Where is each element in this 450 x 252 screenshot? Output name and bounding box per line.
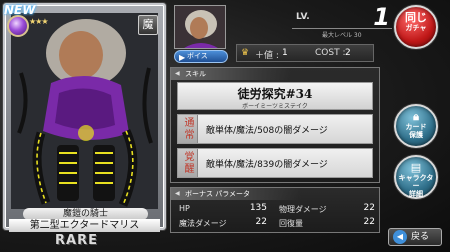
portrait-image (175, 6, 225, 48)
bonus-header: ◀ ボーナス パラメータ (171, 188, 301, 200)
character-illustration (11, 13, 158, 209)
awaken-tag: 覚醒 (178, 149, 198, 177)
document-icon: ▤ (410, 161, 422, 174)
skill-awaken-row: 覚醒 敵単体/魔法/839の闇ダメージ (177, 148, 373, 178)
card-frame[interactable]: NEW ★★★ 魔 魔鎧の騎士 第二型エクタードマリス (3, 3, 166, 232)
character-portrait (174, 5, 226, 49)
normal-tag: 通常 (178, 115, 198, 143)
card-artwork (11, 13, 158, 209)
cost-label: COST : (315, 48, 346, 58)
level-value: 1 (373, 3, 390, 31)
triangle-icon: ◀ (175, 190, 180, 197)
awaken-skill-text: 敵単体/魔法/839の闇ダメージ (206, 160, 328, 170)
back-button-label: 戻る (411, 232, 430, 242)
lock-icon: 🔒︎ (413, 110, 419, 123)
skill-name-box: 徒労探究#34 ボーイミーツミステイク (177, 82, 373, 110)
play-icon: ▶ (179, 53, 186, 62)
skill-ruby: ボーイミーツミステイク (242, 103, 308, 110)
detail-line2: 詳細 (409, 190, 423, 198)
normal-skill-text: 敵単体/魔法/508の闇ダメージ (206, 126, 328, 136)
plus-value: 1 (282, 48, 288, 58)
skill-normal-row: 通常 敵単体/魔法/508の闇ダメージ (177, 114, 373, 144)
back-button[interactable]: ◀ 戻る (388, 228, 442, 246)
rarity-stars: ★★★ (29, 17, 48, 26)
cost-value: 2 (345, 48, 351, 58)
magic-dmg-label: 魔法ダメージ (179, 219, 227, 228)
back-arrow-icon: ◀ (393, 230, 407, 244)
phys-dmg-label: 物理ダメージ (279, 205, 327, 214)
card-protect-button[interactable]: 🔒︎ カード 保護 (394, 104, 438, 148)
skill-name: 徒労探究#34 (237, 87, 313, 101)
skill-panel: ◀ スキル 徒労探究#34 ボーイミーツミステイク 通常 敵単体/魔法/508の… (170, 67, 380, 183)
magic-dmg-value: 22 (255, 217, 267, 227)
stat-row: ♛ ＋値 : 1 COST : 2 (236, 44, 374, 62)
voice-button-label: ボイス (187, 52, 208, 60)
gacha-line2: ガチャ (405, 24, 427, 32)
heal-value: 22 (363, 217, 375, 227)
voice-button[interactable]: ▶ ボイス (174, 50, 228, 63)
phys-dmg-value: 22 (363, 203, 375, 213)
level-divider (292, 28, 392, 29)
crown-icon: ♛ (241, 48, 250, 58)
attribute-badge: 魔 (138, 15, 158, 35)
skill-header-label: スキル (185, 70, 206, 78)
bonus-panel: ◀ ボーナス パラメータ HP 135 物理ダメージ 22 魔法ダメージ 22 … (170, 187, 380, 233)
protect-line2: 保護 (409, 131, 423, 139)
bonus-header-label: ボーナス パラメータ (185, 190, 251, 198)
card-name: 第二型エクタードマリス (9, 219, 160, 232)
hp-label: HP (179, 204, 190, 213)
rarity-label: RARE (55, 233, 98, 248)
triangle-icon: ◀ (175, 70, 180, 77)
level-label: LV. (296, 12, 310, 22)
skill-header: ◀ スキル (171, 68, 291, 80)
character-detail-button[interactable]: ▤ キャラクター 詳細 (394, 155, 438, 199)
same-gacha-button[interactable]: 同じ ガチャ (394, 5, 438, 49)
gacha-line1: 同じ (405, 11, 427, 24)
protect-line1: カード (405, 123, 427, 131)
plus-value-label: ＋値 : (255, 51, 279, 61)
detail-line1: キャラクター (398, 174, 434, 190)
max-level-text: 最大レベル 30 (322, 32, 362, 39)
heal-label: 回復量 (279, 219, 303, 228)
attribute-gem-icon (7, 15, 29, 37)
hp-value: 135 (249, 203, 267, 213)
